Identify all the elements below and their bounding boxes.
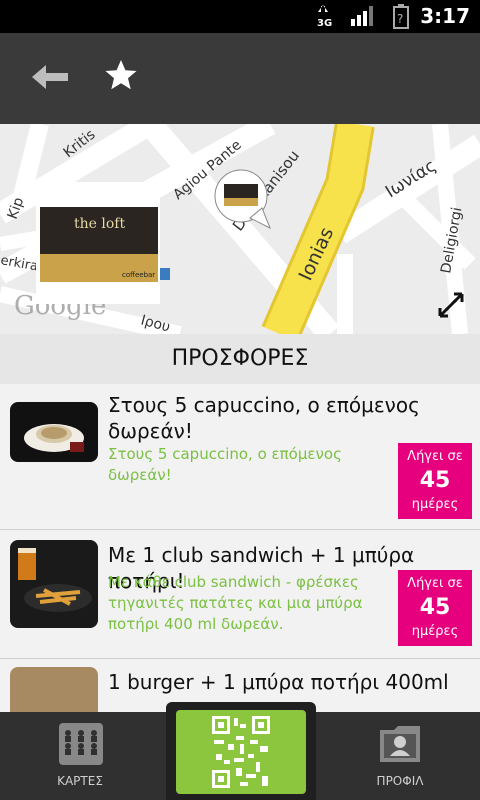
nav-cards[interactable]: ΚΑΡΤΕΣ [0, 712, 160, 800]
offer-title: Στους 5 capuccino, ο επόμενος δωρεάν! [108, 393, 420, 443]
svg-text:?: ? [397, 12, 403, 26]
qr-code-button[interactable] [166, 702, 316, 800]
back-arrow-icon[interactable] [28, 61, 72, 93]
star-icon[interactable] [103, 57, 139, 93]
list-item[interactable]: Στους 5 capuccino, ο επόμενος δωρεάν! Στ… [0, 384, 480, 530]
venue-name: the loft [74, 216, 125, 232]
map-view[interactable]: Kritis Agiou Pante Dodekanisou Ιωνίας Io… [0, 124, 480, 334]
offer-description: Στους 5 capuccino, ο επόμενος δωρεάν! [108, 445, 342, 484]
offer-description: Με κάθε club sandwich - φρέσκες τηγανιτέ… [108, 573, 363, 633]
battery-icon: ? [392, 3, 410, 33]
signal-icon [350, 5, 376, 31]
offer-title: 1 burger + 1 μπύρα ποτήρι 400ml [108, 670, 449, 694]
profile-folder-icon [376, 720, 424, 769]
list-item[interactable]: Με 1 club sandwich + 1 μπύρα ποτήρι! Με … [0, 530, 480, 659]
badge-days: 45 [419, 468, 451, 493]
badge-suffix: ημέρες [411, 497, 459, 512]
offer-image [10, 540, 98, 628]
expiry-badge: Λήγει σε 45 ημέρες [398, 443, 472, 519]
offers-title: ΠΡΟΣΦΟΡΕΣ [0, 334, 480, 384]
badge-prefix: Λήγει σε [407, 449, 463, 464]
app-bar [0, 33, 480, 124]
nav-profile[interactable]: ΠΡΟΦΙΛ [320, 712, 480, 800]
expiry-badge: Λήγει σε 45 ημέρες [398, 570, 472, 646]
cards-grid-icon [58, 722, 104, 769]
clock: 3:17 [420, 4, 470, 28]
nav-cards-label: ΚΑΡΤΕΣ [57, 774, 103, 788]
qr-code-panel [176, 710, 306, 794]
badge-days: 45 [419, 595, 451, 620]
offer-image [10, 667, 98, 714]
nav-profile-label: ΠΡΟΦΙΛ [376, 774, 424, 788]
badge-prefix: Λήγει σε [407, 576, 463, 591]
venue-subtitle: coffeebar [122, 271, 155, 279]
svg-text:3G: 3G [317, 18, 332, 28]
venue-card[interactable]: the loft coffeebar [36, 182, 160, 304]
network-3g-icon: 3G [316, 4, 336, 32]
badge-suffix: ημέρες [411, 624, 459, 639]
status-bar: 3G ? 3:17 [0, 0, 480, 33]
offers-list[interactable]: Στους 5 capuccino, ο επόμενος δωρεάν! Στ… [0, 384, 480, 714]
qr-code-icon [210, 714, 272, 794]
offer-image [10, 402, 98, 462]
